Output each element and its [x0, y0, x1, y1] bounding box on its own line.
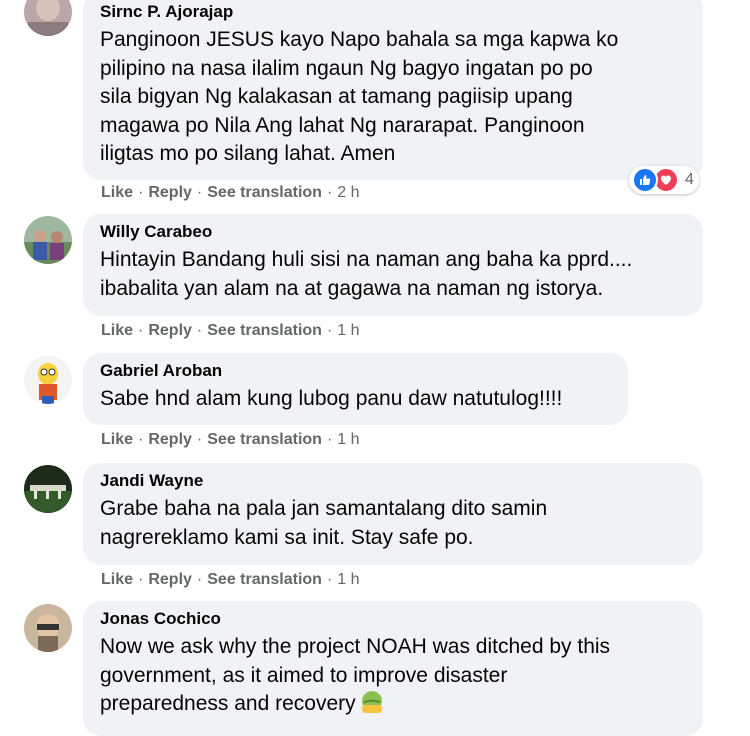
separator: ·: [138, 431, 144, 448]
commenter-name[interactable]: Gabriel Aroban: [100, 361, 610, 381]
comment-actions: Like · Reply · See translation · 1 h: [101, 322, 360, 340]
comment-bubble: Jonas Cochico Now we ask why the project…: [83, 601, 703, 736]
reply-link[interactable]: Reply: [148, 184, 192, 202]
separator: ·: [196, 431, 203, 448]
comment-bubble: Willy Carabeo Hintayin Bandang huli sisi…: [83, 214, 703, 316]
separator: ·: [196, 184, 203, 201]
commenter-name[interactable]: Jandi Wayne: [100, 471, 685, 491]
comment-text: Hintayin Bandang huli sisi na naman ang …: [100, 248, 633, 300]
commenter-name[interactable]: Willy Carabeo: [100, 222, 685, 242]
comment-text: Sabe hnd alam kung lubog panu daw natutu…: [100, 387, 563, 410]
separator: ·: [138, 184, 144, 201]
commenter-name[interactable]: Jonas Cochico: [100, 609, 685, 629]
see-translation-link[interactable]: See translation: [207, 571, 322, 589]
like-link[interactable]: Like: [101, 571, 133, 589]
separator: ·: [326, 431, 333, 448]
see-translation-link[interactable]: See translation: [207, 431, 322, 449]
reply-link[interactable]: Reply: [148, 431, 192, 449]
reaction-summary[interactable]: 4: [629, 166, 699, 194]
avatar[interactable]: [24, 604, 72, 652]
comment-actions: Like · Reply · See translation · 1 h: [101, 431, 360, 449]
separator: ·: [326, 322, 333, 339]
separator: ·: [196, 571, 203, 588]
timestamp[interactable]: 1 h: [337, 571, 359, 589]
avatar[interactable]: [24, 0, 72, 36]
separator: ·: [138, 322, 144, 339]
avatar[interactable]: [24, 465, 72, 513]
reaction-count: 4: [685, 171, 694, 188]
separator: ·: [196, 322, 203, 339]
see-translation-link[interactable]: See translation: [207, 322, 322, 340]
comment-text: Now we ask why the project NOAH was ditc…: [100, 633, 685, 719]
comment-text: Panginoon JESUS kayo Napo bahala sa mga …: [100, 28, 619, 165]
separator: ·: [138, 571, 144, 588]
like-link[interactable]: Like: [101, 322, 133, 340]
face-palm-emoji-icon: [360, 690, 386, 714]
avatar[interactable]: [24, 356, 72, 404]
like-reaction-icon: [632, 167, 658, 193]
comment-bubble: Gabriel Aroban Sabe hnd alam kung lubog …: [83, 353, 628, 425]
comment-actions: Like · Reply · See translation · 1 h: [101, 571, 360, 589]
comment-text-body: Now we ask why the project NOAH was ditc…: [100, 635, 611, 715]
comment-bubble: Sirnc P. Ajorajap Panginoon JESUS kayo N…: [83, 0, 703, 180]
see-translation-link[interactable]: See translation: [207, 184, 322, 202]
reply-link[interactable]: Reply: [148, 322, 192, 340]
comment-bubble: Jandi Wayne Grabe baha na pala jan saman…: [83, 463, 703, 565]
like-link[interactable]: Like: [101, 184, 133, 202]
reply-link[interactable]: Reply: [148, 571, 192, 589]
separator: ·: [326, 571, 333, 588]
avatar[interactable]: [24, 216, 72, 264]
separator: ·: [326, 184, 333, 201]
comment-text: Grabe baha na pala jan samantalang dito …: [100, 497, 548, 549]
comment-actions: Like · Reply · See translation · 2 h: [101, 184, 360, 202]
like-link[interactable]: Like: [101, 431, 133, 449]
timestamp[interactable]: 2 h: [337, 184, 359, 202]
commenter-name[interactable]: Sirnc P. Ajorajap: [100, 2, 685, 22]
timestamp[interactable]: 1 h: [337, 322, 359, 340]
timestamp[interactable]: 1 h: [337, 431, 359, 449]
